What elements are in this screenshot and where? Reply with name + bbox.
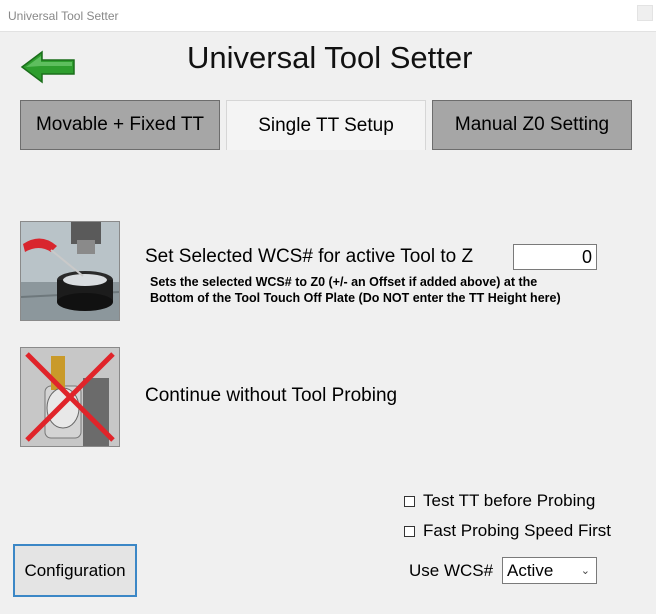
- test-tt-checkbox[interactable]: Test TT before Probing: [404, 491, 595, 511]
- back-arrow-icon[interactable]: [20, 50, 76, 84]
- test-tt-label: Test TT before Probing: [423, 491, 596, 510]
- wcs-select[interactable]: Active ⌄: [502, 557, 597, 584]
- no-probe-image-button[interactable]: [20, 347, 120, 447]
- close-icon[interactable]: [637, 5, 653, 21]
- note-line-1: Sets the selected WCS# to Z0 (+/- an Off…: [150, 275, 538, 289]
- fast-probe-label: Fast Probing Speed First: [423, 521, 612, 540]
- checkbox-icon[interactable]: [404, 525, 415, 537]
- tab-movable-fixed-tt[interactable]: Movable + Fixed TT: [20, 100, 220, 150]
- note-line-2: Bottom of the Tool Touch Off Plate (Do N…: [150, 291, 561, 305]
- tool-probe-image: [21, 222, 119, 320]
- fast-probe-checkbox[interactable]: Fast Probing Speed First: [404, 521, 611, 541]
- set-wcs-label: Set Selected WCS# for active Tool to Z: [145, 246, 474, 267]
- tab-label: Movable + Fixed TT: [35, 114, 205, 135]
- checkbox-icon[interactable]: [404, 495, 415, 507]
- chevron-down-icon: ⌄: [580, 565, 590, 577]
- set-wcs-note: Sets the selected WCS# to Z0 (+/- an Off…: [150, 274, 561, 306]
- tab-single-tt-setup[interactable]: Single TT Setup: [226, 100, 426, 150]
- tab-label: Single TT Setup: [258, 114, 394, 136]
- window-title: Universal Tool Setter: [8, 9, 119, 23]
- configuration-label: Configuration: [24, 560, 126, 580]
- title-bar: Universal Tool Setter: [0, 0, 656, 32]
- wcs-selected-value: Active: [507, 560, 554, 580]
- use-wcs-label: Use WCS#: [409, 561, 494, 580]
- continue-without-probing-label: Continue without Tool Probing: [145, 385, 398, 406]
- tool-probe-image-button[interactable]: [20, 221, 120, 321]
- configuration-button[interactable]: Configuration: [13, 544, 137, 597]
- z-offset-input[interactable]: [513, 244, 597, 270]
- page-title: Universal Tool Setter: [187, 40, 473, 75]
- tab-manual-z0-setting[interactable]: Manual Z0 Setting: [432, 100, 632, 150]
- tab-label: Manual Z0 Setting: [454, 114, 610, 135]
- no-probe-image: [21, 348, 119, 446]
